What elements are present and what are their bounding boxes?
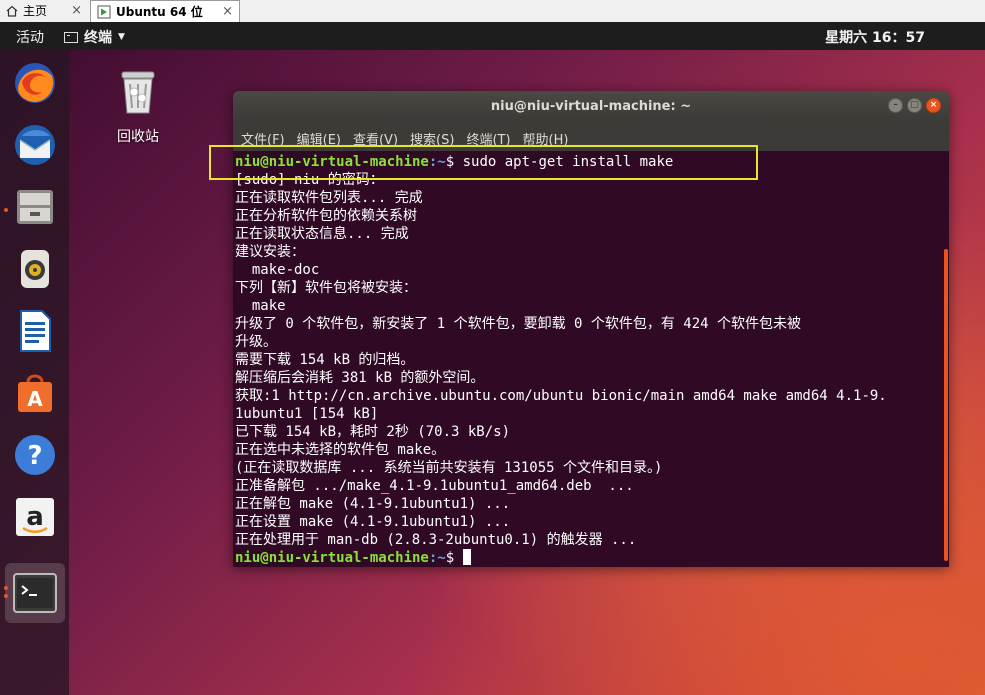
vm-tab-home[interactable]: 主页 × [0, 0, 88, 21]
running-indicator [4, 208, 8, 212]
output-line: 已下载 154 kB，耗时 2秒 (70.3 kB/s) [235, 424, 511, 440]
prompt-user: niu@niu-virtual-machine [235, 550, 429, 566]
vm-tab-label: 主页 [23, 4, 48, 18]
svg-text:A: A [27, 387, 43, 411]
gnome-top-bar: 活动 终端 ▼ 星期六 16：57 [0, 22, 985, 50]
trash-icon [121, 71, 155, 114]
app-menu[interactable]: 终端 ▼ [64, 27, 125, 47]
desktop-trash[interactable]: 回收站 [108, 68, 168, 146]
output-line: 升级。 [235, 334, 277, 350]
prompt-symbol: $ [445, 550, 455, 566]
app-menu-label: 终端 [84, 30, 112, 46]
output-line: 正在选中未选择的软件包 make。 [235, 442, 446, 458]
output-line: 升级了 0 个软件包，新安装了 1 个软件包，要卸载 0 个软件包，有 424 … [235, 316, 801, 332]
running-indicator [4, 594, 8, 598]
output-line: 正在读取软件包列表... 完成 [235, 190, 423, 206]
terminal-icon [13, 573, 57, 613]
dock-software[interactable]: A [10, 368, 60, 418]
output-line: (正在读取数据库 ... 系统当前共安装有 131055 个文件和目录。) [235, 460, 663, 476]
output-line: make-doc [235, 262, 320, 278]
svg-text:?: ? [27, 441, 42, 471]
dock-thunderbird[interactable] [10, 120, 60, 170]
rhythmbox-icon [21, 250, 49, 288]
dock-writer[interactable] [10, 306, 60, 356]
files-icon [17, 190, 53, 224]
amazon-icon: a [16, 498, 54, 536]
dock-rhythmbox[interactable] [10, 244, 60, 294]
vm-tab-ubuntu[interactable]: Ubuntu 64 位 × [90, 0, 240, 22]
output-line: 正在解包 make (4.1-9.1ubuntu1) ... [235, 496, 511, 512]
svg-text:a: a [26, 502, 44, 532]
thunderbird-icon [15, 125, 55, 165]
close-icon[interactable]: × [222, 4, 233, 19]
running-indicator [4, 586, 8, 590]
home-icon [6, 5, 18, 17]
terminal-output[interactable]: niu@niu-virtual-machine:~$ sudo apt-get … [233, 151, 949, 567]
vm-tab-label: Ubuntu 64 位 [116, 5, 203, 19]
dropdown-arrow-icon: ▼ [118, 32, 125, 42]
window-controls: – □ × [888, 98, 941, 113]
maximize-icon[interactable]: □ [907, 98, 922, 113]
dock-firefox[interactable] [10, 58, 60, 108]
dock-amazon[interactable]: a [10, 492, 60, 542]
activities-button[interactable]: 活动 [16, 27, 44, 47]
output-line: 正在处理用于 man-db (2.8.3-2ubuntu0.1) 的触发器 ..… [235, 532, 637, 548]
output-line: 下列【新】软件包将被安装： [235, 280, 417, 296]
trash-label: 回收站 [117, 129, 159, 145]
output-line: 1ubuntu1 [154 kB] [235, 406, 379, 422]
text-cursor [462, 549, 471, 565]
software-center-icon: A [18, 374, 52, 412]
output-line: 正在设置 make (4.1-9.1ubuntu1) ... [235, 514, 511, 530]
dock-files[interactable] [10, 182, 60, 232]
output-line: 获取:1 http://cn.archive.ubuntu.com/ubuntu… [235, 388, 887, 404]
minimize-icon[interactable]: – [888, 98, 903, 113]
scrollbar[interactable] [944, 249, 948, 561]
highlight-box [209, 145, 758, 180]
output-line: 需要下载 154 kB 的归档。 [235, 352, 415, 368]
output-line: 建议安装： [235, 244, 305, 260]
vm-tab-strip: 主页 × Ubuntu 64 位 × [0, 0, 985, 23]
output-line: 正准备解包 .../make_4.1-9.1ubuntu1_amd64.deb … [235, 478, 634, 494]
prompt-path: :~ [428, 550, 446, 566]
terminal-icon [64, 31, 78, 43]
firefox-icon [15, 63, 55, 103]
dock: A ? a [0, 50, 69, 695]
dock-terminal[interactable] [5, 563, 65, 623]
output-line: 正在读取状态信息... 完成 [235, 226, 409, 242]
output-line: make [235, 298, 286, 314]
vm-icon [97, 5, 111, 18]
output-line: 解压缩后会消耗 381 kB 的额外空间。 [235, 370, 485, 386]
help-icon: ? [15, 435, 55, 475]
window-title: niu@niu-virtual-machine: ~ [490, 98, 692, 114]
current-prompt-line: niu@niu-virtual-machine:~$ [235, 549, 887, 567]
dock-help[interactable]: ? [10, 430, 60, 480]
close-icon[interactable]: × [71, 3, 82, 18]
clock[interactable]: 星期六 16：57 [825, 27, 925, 47]
close-icon[interactable]: × [926, 98, 941, 113]
libreoffice-writer-icon [20, 310, 51, 352]
output-line: 正在分析软件包的依赖关系树 [235, 208, 417, 224]
window-titlebar[interactable]: niu@niu-virtual-machine: ~ – □ × [233, 91, 949, 121]
